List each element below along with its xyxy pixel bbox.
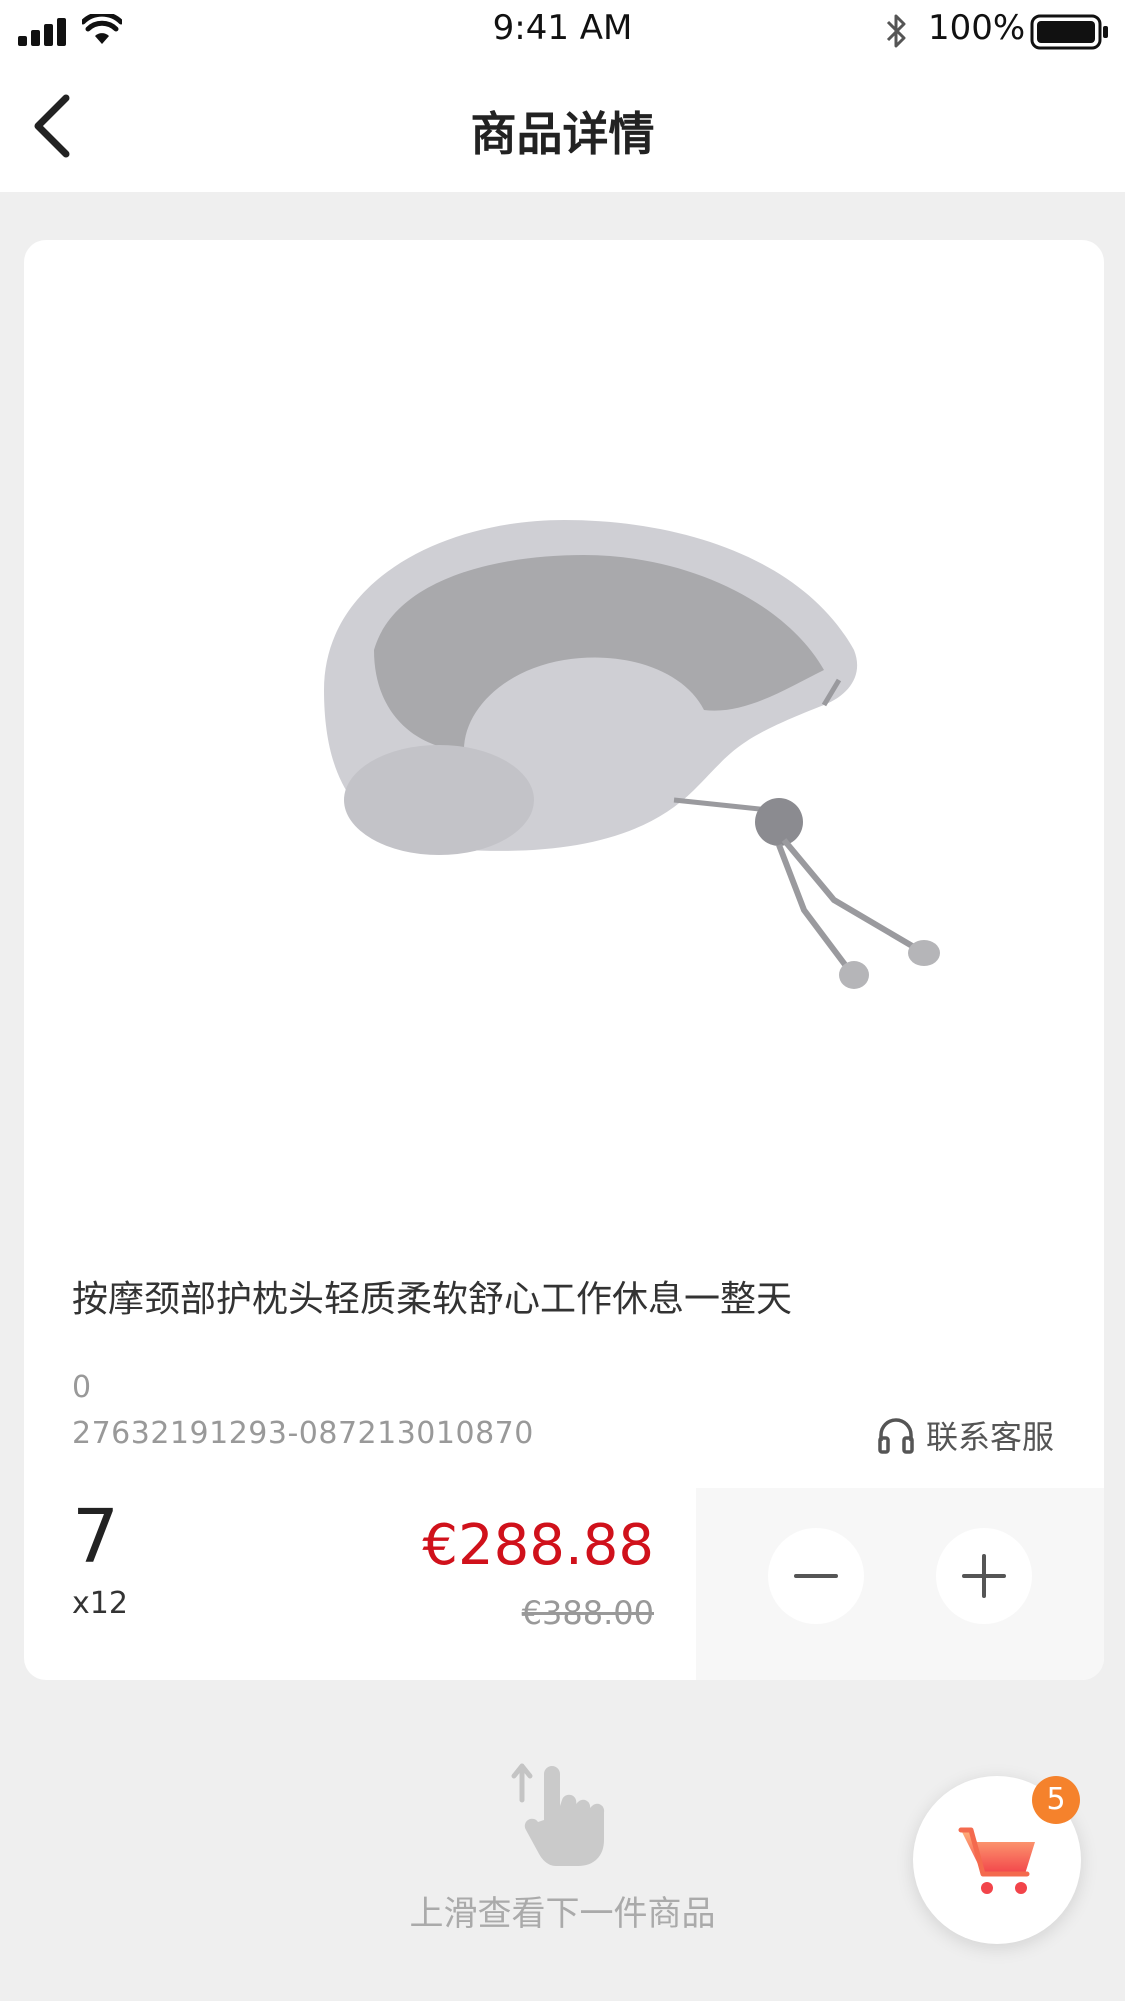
headset-icon bbox=[878, 1418, 914, 1454]
product-card: 按摩颈部护枕头轻质柔软舒心工作休息一整天 0 27632191293-08721… bbox=[24, 240, 1104, 1680]
quantity-stepper bbox=[696, 1488, 1104, 1680]
increase-quantity-button[interactable] bbox=[936, 1528, 1032, 1624]
product-code: 27632191293-087213010870 bbox=[72, 1416, 534, 1451]
status-bar: 9:41 AM 100% bbox=[0, 0, 1125, 62]
stock-multiplier: x12 bbox=[72, 1586, 128, 1621]
swipe-up-hand-icon bbox=[511, 1763, 605, 1866]
page-title: 商品详情 bbox=[470, 107, 655, 161]
contact-service-button[interactable]: 联系客服 bbox=[876, 1412, 1054, 1458]
bluetooth-icon bbox=[886, 14, 906, 48]
stock-number: 7 bbox=[72, 1494, 120, 1580]
product-image bbox=[324, 520, 940, 989]
contact-service-label: 联系客服 bbox=[926, 1418, 1055, 1456]
decrease-quantity-button[interactable] bbox=[768, 1528, 864, 1624]
plus-icon bbox=[962, 1554, 1006, 1598]
minus-icon bbox=[794, 1574, 838, 1578]
nav-bar: 商品详情 bbox=[0, 62, 1125, 192]
battery-percent: 100% bbox=[928, 8, 1026, 48]
original-price: €388.00 bbox=[521, 1594, 654, 1632]
current-price: €288.88 bbox=[422, 1513, 654, 1578]
product-meta-count: 0 bbox=[72, 1370, 92, 1405]
cart-badge: 5 bbox=[1032, 1776, 1080, 1824]
product-title: 按摩颈部护枕头轻质柔软舒心工作休息一整天 bbox=[72, 1279, 793, 1320]
battery-icon bbox=[1030, 14, 1108, 50]
